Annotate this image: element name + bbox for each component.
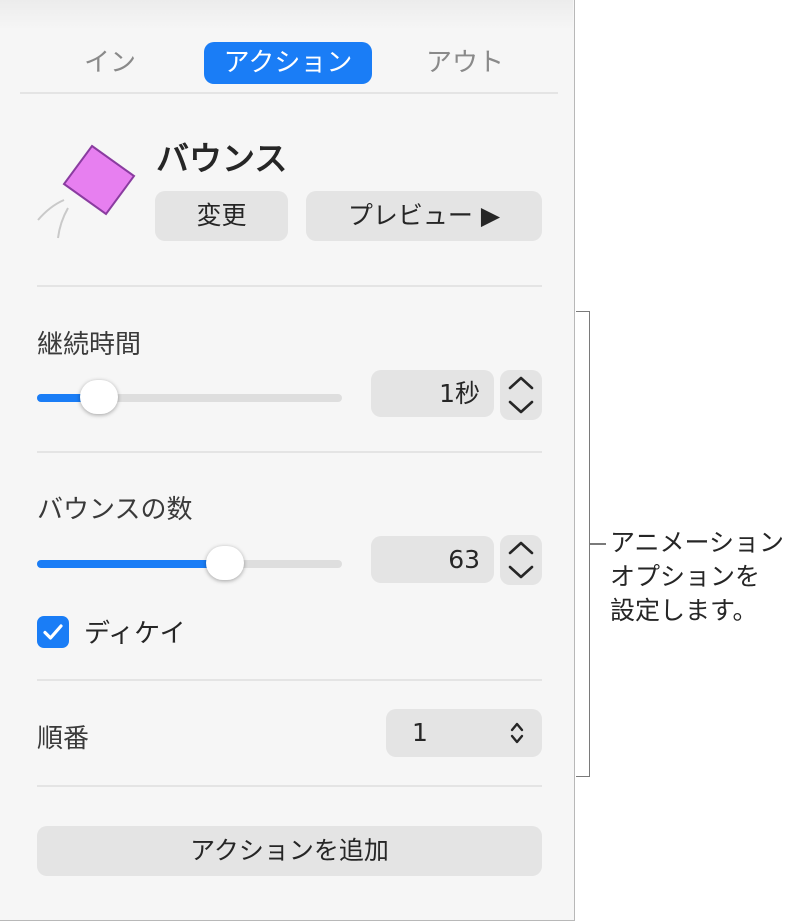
effect-title: バウンス xyxy=(156,139,288,178)
callout-text: アニメーション オプションを 設定します。 xyxy=(610,526,784,628)
duration-slider-thumb[interactable] xyxy=(80,380,118,414)
bounce-count-slider[interactable] xyxy=(37,546,342,580)
duration-label: 継続時間 xyxy=(37,330,142,360)
order-label: 順番 xyxy=(37,724,90,754)
animate-inspector-panel: イン アクション アウト バウンス 変更 プレビュー ▶ 継続時間 1秒 バウン… xyxy=(0,0,575,921)
callout-bracket xyxy=(576,311,590,777)
divider xyxy=(37,679,542,681)
bounce-count-label: バウンスの数 xyxy=(37,495,193,525)
decay-label: ディケイ xyxy=(84,619,186,649)
duration-slider[interactable] xyxy=(37,380,342,414)
panel-top-fade xyxy=(0,0,573,30)
callout-line-1: アニメーション xyxy=(610,528,785,557)
tab-in[interactable]: イン xyxy=(60,42,160,84)
decay-checkbox[interactable] xyxy=(37,616,69,648)
animation-tabs: イン アクション アウト xyxy=(20,40,558,88)
change-effect-button[interactable]: 変更 xyxy=(155,191,288,241)
duration-stepper[interactable] xyxy=(500,370,542,420)
order-select[interactable]: 1 xyxy=(386,709,542,757)
stepper-arrows-icon xyxy=(508,376,534,414)
chevron-up-down-icon xyxy=(510,722,524,744)
callout-line-3: 設定します。 xyxy=(610,596,758,625)
bounce-count-stepper[interactable] xyxy=(500,535,542,585)
tabs-divider xyxy=(20,92,558,94)
stepper-arrows-icon xyxy=(508,541,534,579)
bounce-count-slider-fill xyxy=(37,560,225,568)
tab-out[interactable]: アウト xyxy=(410,42,520,84)
callout-line xyxy=(590,543,606,545)
bounce-count-slider-thumb[interactable] xyxy=(206,546,244,580)
tab-action[interactable]: アクション xyxy=(204,42,372,84)
preview-button[interactable]: プレビュー ▶ xyxy=(306,191,542,241)
divider xyxy=(37,785,542,787)
divider xyxy=(37,285,542,287)
callout-line-2: オプションを xyxy=(610,562,761,591)
divider xyxy=(37,451,542,453)
checkmark-icon xyxy=(43,624,63,640)
order-select-value: 1 xyxy=(412,718,428,747)
bounce-diamond-icon xyxy=(30,140,140,240)
add-action-button[interactable]: アクションを追加 xyxy=(37,826,542,876)
bounce-count-value-field[interactable]: 63 xyxy=(371,536,494,583)
duration-value-field[interactable]: 1秒 xyxy=(371,370,494,417)
